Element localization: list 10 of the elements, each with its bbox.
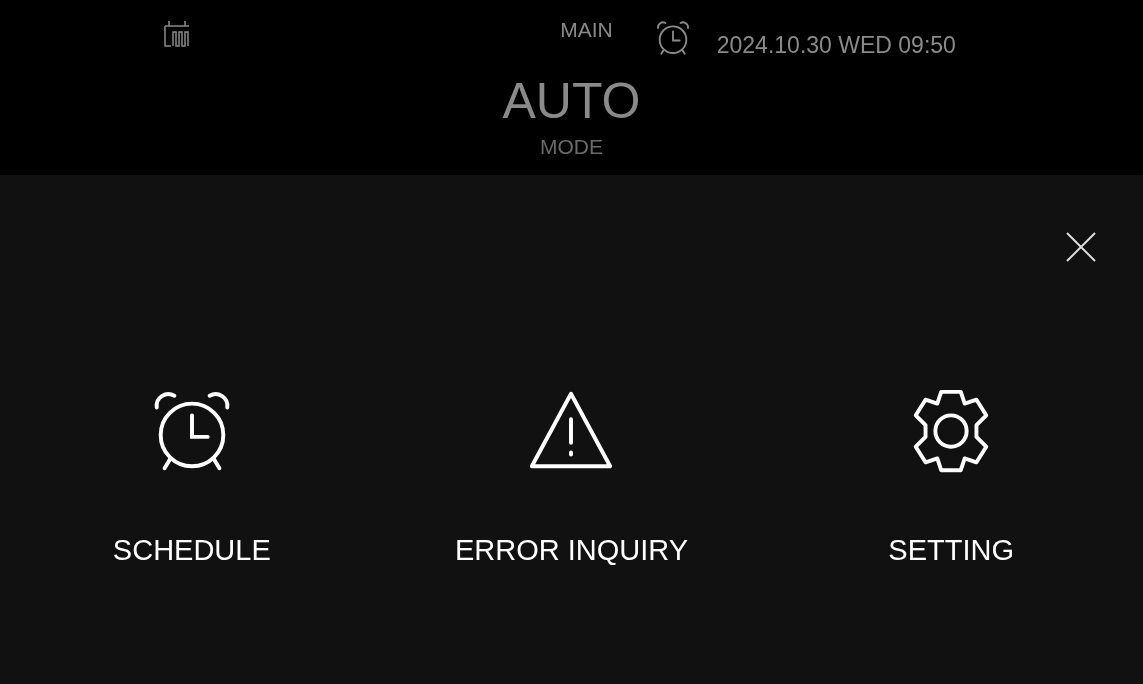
close-icon <box>1064 230 1098 264</box>
heater-icon <box>164 20 191 48</box>
menu-item[interactable]: ERROR INQUIRY <box>381 384 762 567</box>
menu-item[interactable]: SCHEDULE <box>2 384 382 567</box>
mode-label: MODE <box>540 136 603 157</box>
close-button[interactable] <box>1064 230 1098 264</box>
mode-value: AUTO <box>502 76 641 126</box>
date-time: 2024.10.30 WED 09:50 <box>716 32 956 59</box>
menu-item[interactable]: SETTING <box>761 384 1141 567</box>
screen-title: MAIN <box>560 18 613 42</box>
